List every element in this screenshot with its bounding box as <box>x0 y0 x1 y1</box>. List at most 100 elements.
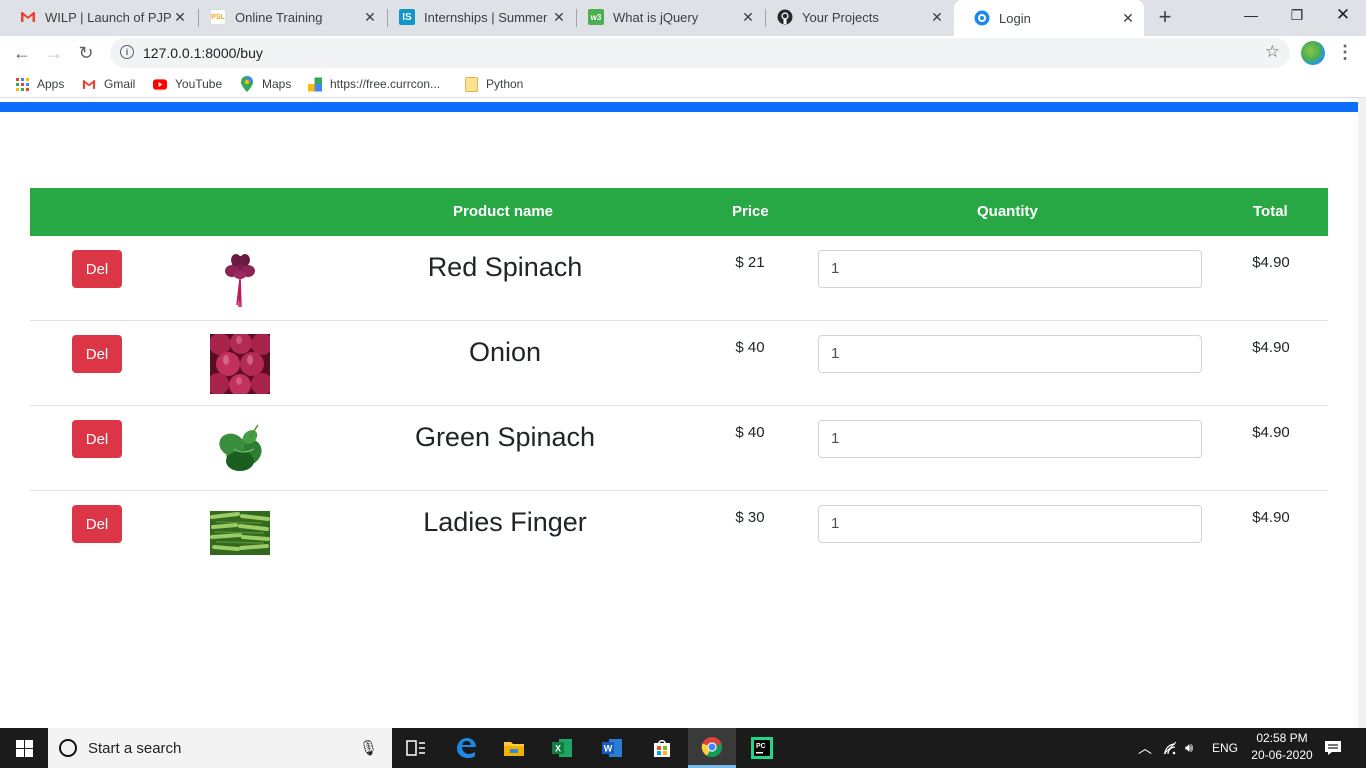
tab-projects[interactable]: Your Projects ✕ <box>757 0 953 34</box>
folder-icon <box>464 76 478 92</box>
bookmark-maps[interactable]: Maps <box>240 75 291 93</box>
clock-date: 20-06-2020 <box>1251 748 1313 762</box>
header-product-name: Product name <box>453 203 554 220</box>
excel-icon[interactable]: X <box>538 728 586 768</box>
quantity-input[interactable]: 1 <box>818 420 1202 458</box>
bookmark-python[interactable]: Python <box>464 75 523 93</box>
tab-title: Online Training <box>235 9 323 25</box>
bookmark-currcon[interactable]: https://free.currcon... <box>308 75 440 93</box>
product-name: Red Spinach <box>427 252 583 282</box>
language-indicator[interactable]: ENG <box>1212 728 1238 768</box>
product-total: $4.90 <box>1252 509 1290 526</box>
cart-row: Del Onion $ 40 1 $4.90 <box>30 321 1328 406</box>
tab-jquery[interactable]: w3 What is jQuery ✕ <box>568 0 764 34</box>
product-total: $4.90 <box>1252 254 1290 271</box>
windows-start-icon[interactable] <box>0 728 48 768</box>
reload-icon[interactable]: ↻ <box>74 41 98 65</box>
bookmark-star-icon[interactable]: ☆ <box>1265 42 1280 62</box>
product-price: $ 40 <box>735 339 765 356</box>
tab-login[interactable]: Login ✕ <box>954 0 1144 36</box>
delete-button[interactable]: Del <box>72 335 122 373</box>
bookmarks-bar: Apps Gmail YouTube Maps https://free.cur… <box>0 70 1366 98</box>
forward-icon[interactable]: → <box>42 41 66 65</box>
product-price: $ 40 <box>735 424 765 441</box>
bookmark-apps[interactable]: Apps <box>15 75 64 93</box>
close-icon[interactable]: ✕ <box>1120 10 1136 26</box>
github-icon <box>777 9 793 25</box>
cortana-icon <box>59 739 77 757</box>
tab-wilp[interactable]: WILP | Launch of PJP - s ✕ <box>0 0 196 34</box>
browser-toolbar: ← → ↻ i 127.0.0.1:8000/buy ☆ <box>0 36 1366 70</box>
volume-icon[interactable]: 🔊︎ <box>1185 728 1193 768</box>
w3schools-icon: w3 <box>588 9 604 25</box>
header-total: Total <box>1253 203 1288 220</box>
windows-taskbar: Start a search 🎙 X W PC ︿ 🔊︎ ENG 02:58 P… <box>0 728 1366 768</box>
tab-internships[interactable]: IS Internships | Summer In ✕ <box>379 0 575 34</box>
tab-title: Login <box>999 10 1031 26</box>
tab-online-training[interactable]: PSL Online Training ✕ <box>190 0 386 34</box>
close-icon[interactable]: ✕ <box>172 9 188 25</box>
back-icon[interactable]: ← <box>10 41 34 65</box>
store-icon[interactable] <box>638 728 686 768</box>
show-hidden-icons[interactable]: ︿ <box>1138 728 1152 768</box>
info-icon[interactable]: i <box>120 45 134 59</box>
close-icon[interactable]: ✕ <box>362 9 378 25</box>
menu-icon[interactable]: ⋮ <box>1336 41 1354 65</box>
file-explorer-icon[interactable] <box>490 728 538 768</box>
task-view-icon[interactable] <box>392 728 440 768</box>
network-icon[interactable] <box>1162 728 1178 768</box>
taskbar-search[interactable]: Start a search 🎙 <box>48 728 392 768</box>
close-icon[interactable]: ✕ <box>551 9 567 25</box>
apps-grid-icon <box>15 77 29 91</box>
internshala-icon: IS <box>399 9 415 25</box>
product-price: $ 21 <box>735 254 765 271</box>
bookmark-gmail[interactable]: Gmail <box>82 75 135 93</box>
close-icon[interactable]: ✕ <box>740 9 756 25</box>
address-bar[interactable]: i 127.0.0.1:8000/buy ☆ <box>110 38 1290 68</box>
system-clock[interactable]: 02:58 PM 20-06-2020 <box>1244 730 1320 764</box>
action-center-icon[interactable] <box>1324 728 1342 768</box>
search-placeholder: Start a search <box>88 739 182 757</box>
cart-row: Del Green Spinach $ 40 1 $4.90 <box>30 406 1328 491</box>
new-tab-icon[interactable]: + <box>1154 4 1176 29</box>
bookmark-label: Apps <box>37 77 65 91</box>
page-content: Product name Price Quantity Total Del Re… <box>0 98 1358 728</box>
tab-title: Internships | Summer In <box>424 9 551 25</box>
quantity-input[interactable]: 1 <box>818 250 1202 288</box>
page-scrollbar[interactable] <box>1358 98 1366 728</box>
delete-button[interactable]: Del <box>72 420 122 458</box>
word-icon[interactable]: W <box>588 728 636 768</box>
svg-text:PC: PC <box>756 743 766 750</box>
edge-icon[interactable] <box>442 728 490 768</box>
quantity-input[interactable]: 1 <box>818 505 1202 543</box>
header-price: Price <box>732 203 769 220</box>
pycharm-icon[interactable]: PC <box>738 728 786 768</box>
onion-image <box>207 332 273 396</box>
gmail-icon <box>82 77 96 91</box>
training-icon: PSL <box>210 9 226 25</box>
restore-icon[interactable]: ❐ <box>1274 0 1320 30</box>
top-accent-bar <box>0 102 1358 112</box>
maps-pin-icon <box>240 76 254 92</box>
ladies-finger-image <box>210 511 270 555</box>
close-icon[interactable]: ✕ <box>929 9 945 25</box>
minimize-icon[interactable]: — <box>1228 0 1274 30</box>
quantity-input[interactable]: 1 <box>818 335 1202 373</box>
profile-avatar[interactable] <box>1301 41 1325 65</box>
delete-button[interactable]: Del <box>72 250 122 288</box>
chrome-icon[interactable] <box>688 728 736 768</box>
bookmark-label: Gmail <box>104 77 136 91</box>
product-price: $ 30 <box>735 509 765 526</box>
bookmark-youtube[interactable]: YouTube <box>153 75 222 93</box>
microphone-icon[interactable]: 🎙 <box>359 739 378 757</box>
bookmark-label: Maps <box>262 77 292 91</box>
url-text[interactable]: 127.0.0.1:8000/buy <box>143 45 263 61</box>
tab-title: What is jQuery <box>613 9 699 25</box>
window-close-icon[interactable]: ✕ <box>1320 0 1366 30</box>
cart-row: Del Ladies Finger $ 30 1 $4.90 <box>30 491 1328 576</box>
delete-button[interactable]: Del <box>72 505 122 543</box>
svg-text:X: X <box>555 744 561 754</box>
bookmark-label: YouTube <box>175 77 223 91</box>
tab-title: Your Projects <box>802 9 879 25</box>
cart-row: Del Red Spinach $ 21 1 $4.90 <box>30 236 1328 321</box>
